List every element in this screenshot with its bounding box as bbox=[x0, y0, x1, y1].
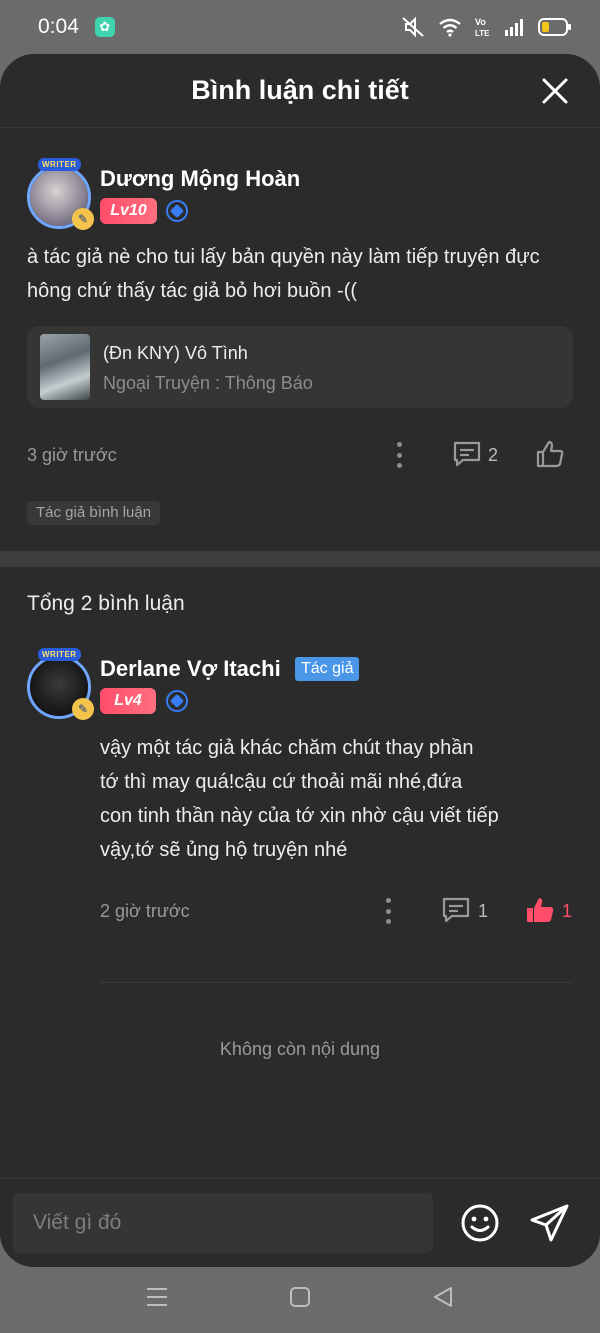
story-chapter: Ngoại Truyện : Thông Báo bbox=[103, 373, 313, 393]
reply-count: 2 bbox=[488, 445, 499, 465]
comment-username[interactable]: Dương Mộng Hoàn bbox=[100, 166, 300, 192]
comment-input-bar bbox=[0, 1178, 600, 1267]
status-bar: 0:04 ✿ Vo LTE bbox=[0, 0, 600, 54]
reply-text: vậy một tác giả khác chăm chút thay phần… bbox=[100, 731, 580, 867]
reply-time: 2 giờ trước bbox=[100, 901, 190, 921]
home-square-icon[interactable] bbox=[288, 1285, 312, 1309]
verified-icon bbox=[166, 200, 188, 222]
reply-level-badge: Lv4 bbox=[100, 688, 156, 714]
svg-text:Vo: Vo bbox=[475, 17, 486, 27]
wifi-icon bbox=[439, 18, 461, 37]
status-time: 0:04 bbox=[38, 15, 79, 38]
sheet-header: Bình luận chi tiết bbox=[0, 54, 600, 128]
no-more-content-label: Không còn nội dung bbox=[219, 1039, 381, 1059]
menu-icon[interactable] bbox=[145, 1285, 169, 1309]
close-icon[interactable] bbox=[540, 76, 570, 106]
story-title: (Đn KNY) Vô Tình bbox=[103, 343, 248, 363]
reply-username[interactable]: Derlane Vợ Itachi bbox=[100, 656, 281, 682]
total-comments-label: Tổng 2 bình luận bbox=[27, 592, 185, 615]
reply-reply-count: 1 bbox=[478, 901, 489, 921]
reply-text-line: vậy một tác giả khác chăm chút thay phần bbox=[100, 737, 474, 759]
mute-icon bbox=[402, 16, 424, 38]
reply-icon[interactable] bbox=[452, 440, 482, 468]
level-badge: Lv10 bbox=[100, 198, 157, 224]
comment-time: 3 giờ trước bbox=[27, 445, 117, 465]
volte-icon: Vo LTE bbox=[475, 17, 490, 38]
liked-thumb-icon[interactable] bbox=[525, 895, 555, 925]
author-comment-tag: Tác giả bình luận bbox=[27, 501, 161, 525]
status-icons: Vo LTE bbox=[400, 16, 572, 38]
divider bbox=[100, 982, 573, 983]
reply-text-line: con tinh thần này của tớ xin nhờ cậu viế… bbox=[100, 805, 499, 827]
reply-reply-icon[interactable] bbox=[441, 896, 471, 924]
reply-text-line: tớ thì may quá!cậu cứ thoải mãi nhé,đứa bbox=[100, 771, 463, 793]
send-icon[interactable] bbox=[529, 1203, 571, 1243]
comment-input[interactable] bbox=[13, 1193, 433, 1253]
verified-icon bbox=[166, 690, 188, 712]
signal-icon bbox=[505, 19, 523, 36]
reply-more-options-icon[interactable] bbox=[383, 898, 393, 924]
like-icon[interactable] bbox=[535, 439, 565, 469]
pen-icon: ✎ bbox=[72, 208, 94, 230]
comment-text: à tác giả nè cho tui lấy bản quyền này l… bbox=[27, 246, 540, 302]
battery-icon bbox=[538, 18, 571, 36]
comment-detail-sheet: Bình luận chi tiết WRITER ✎ Dương Mộng H… bbox=[0, 54, 600, 1267]
reply-like-count: 1 bbox=[562, 901, 573, 921]
reply-avatar[interactable]: WRITER ✎ bbox=[22, 648, 96, 722]
story-cover-image bbox=[40, 334, 90, 400]
avatar[interactable]: WRITER ✎ bbox=[22, 158, 96, 232]
writer-frame-tag: WRITER bbox=[38, 158, 81, 171]
emoji-icon[interactable] bbox=[460, 1203, 500, 1243]
app-notification-icon: ✿ bbox=[94, 17, 115, 37]
more-options-icon[interactable] bbox=[394, 442, 404, 468]
story-card[interactable]: (Đn KNY) Vô Tình Ngoại Truyện : Thông Bá… bbox=[27, 326, 573, 408]
svg-text:LTE: LTE bbox=[475, 29, 490, 38]
section-divider bbox=[0, 551, 600, 567]
pen-icon: ✎ bbox=[72, 698, 94, 720]
page-title: Bình luận chi tiết bbox=[191, 75, 409, 105]
writer-frame-tag: WRITER bbox=[38, 648, 81, 661]
back-triangle-icon[interactable] bbox=[431, 1285, 455, 1309]
author-badge: Tác giả bbox=[295, 657, 360, 681]
system-nav-bar bbox=[0, 1267, 600, 1333]
reply-text-line: vậy,tớ sẽ ủng hộ truyện nhé bbox=[100, 839, 348, 861]
